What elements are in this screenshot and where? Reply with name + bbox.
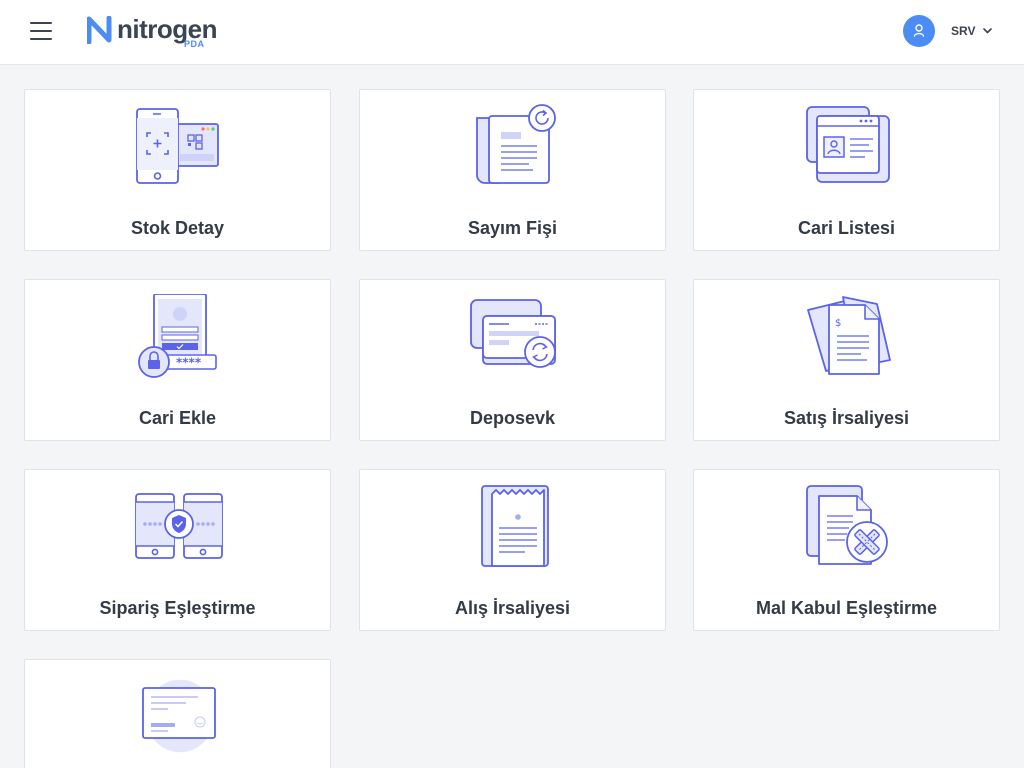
menu-card-label: Satış İrsaliyesi xyxy=(783,408,910,428)
envelope-card-icon xyxy=(142,679,216,753)
nitrogen-logo-icon xyxy=(87,16,112,44)
menu-card-10[interactable] xyxy=(24,659,331,768)
menu-card-label: Mal Kabul Eşleştirme xyxy=(755,598,938,618)
menu-card-sayim-fisi[interactable]: Sayım Fişi xyxy=(359,89,666,251)
menu-card-label: Deposevk xyxy=(469,408,556,428)
menu-card-deposevk[interactable]: Deposevk xyxy=(359,279,666,441)
menu-card-label: Alış İrsaliyesi xyxy=(454,598,571,618)
menu-card-label: Sayım Fişi xyxy=(467,218,558,238)
document-tools-icon xyxy=(806,485,888,565)
secure-form-icon: **** xyxy=(138,294,217,378)
invoice-documents-icon: $ xyxy=(807,296,891,375)
menu-card-label: Sipariş Eşleştirme xyxy=(99,598,256,618)
menu-card-siparis-eslestirme[interactable]: Sipariş Eşleştirme xyxy=(24,469,331,631)
receipt-icon xyxy=(481,485,549,567)
chevron-down-icon xyxy=(983,28,992,34)
user-menu[interactable]: SRV xyxy=(951,24,992,38)
mobile-scan-icon xyxy=(136,108,219,184)
menu-card-label: Cari Listesi xyxy=(797,218,896,238)
menu-card-stok-detay[interactable]: Stok Detay xyxy=(24,89,331,251)
menu-card-satis-irsaliyesi[interactable]: $ Satış İrsaliyesi xyxy=(693,279,1000,441)
menu-card-label: Cari Ekle xyxy=(138,408,217,428)
menu-card-cari-listesi[interactable]: Cari Listesi xyxy=(693,89,1000,251)
menu-card-label: Stok Detay xyxy=(130,218,225,238)
svg-text:****: **** xyxy=(176,356,202,370)
menu-card-mal-kabul-eslestirme[interactable]: Mal Kabul Eşleştirme xyxy=(693,469,1000,631)
menu-card-alis-irsaliyesi[interactable]: Alış İrsaliyesi xyxy=(359,469,666,631)
menu-card-cari-ekle[interactable]: **** Cari Ekle xyxy=(24,279,331,441)
top-bar: nitrogen PDA SRV xyxy=(0,0,1024,65)
contact-cards-icon xyxy=(806,106,890,183)
user-name: SRV xyxy=(951,24,976,38)
user-icon xyxy=(913,24,925,37)
card-transfer-icon xyxy=(470,299,556,368)
user-avatar[interactable] xyxy=(903,15,935,47)
svg-text:$: $ xyxy=(835,318,841,329)
device-sync-shield-icon xyxy=(135,493,223,559)
document-refresh-icon xyxy=(476,104,556,184)
hamburger-icon[interactable] xyxy=(30,22,52,40)
logo-subtext: PDA xyxy=(184,39,205,49)
